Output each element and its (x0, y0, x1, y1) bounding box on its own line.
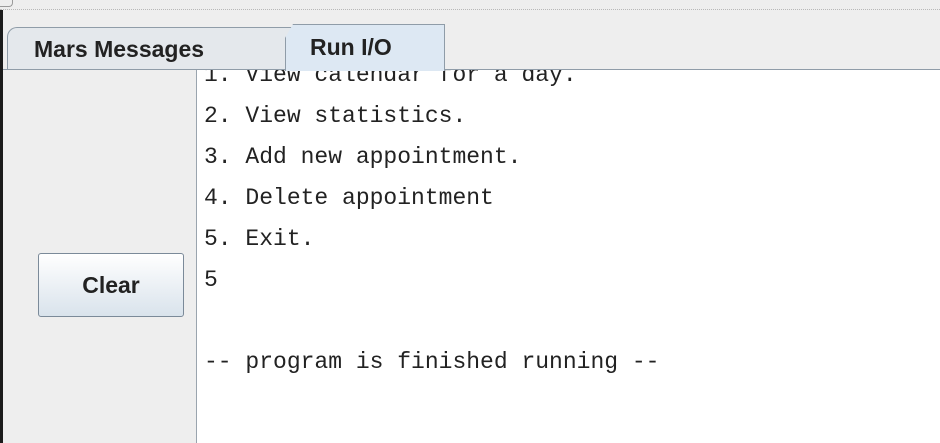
clear-button[interactable]: Clear (38, 253, 184, 317)
console-line: -- program is finished running -- (204, 349, 660, 375)
button-panel: Clear (3, 70, 197, 443)
window-top-edge (0, 0, 940, 10)
run-io-console[interactable]: 1. View calendar for a day. 2. View stat… (200, 70, 940, 443)
tab-bar: Mars Messages Run I/O (3, 10, 940, 71)
tab-run-io-label: Run I/O (310, 34, 392, 60)
mars-io-panel: Mars Messages Run I/O Clear 1. View cale… (0, 0, 940, 443)
console-line: 2. View statistics. (204, 103, 467, 129)
corner-decoration (0, 0, 13, 7)
tab-run-io[interactable]: Run I/O (285, 24, 445, 71)
tab-mars-messages-label: Mars Messages (34, 36, 205, 62)
console-line: 5. Exit. (204, 226, 315, 252)
console-line: 5 (204, 267, 218, 293)
tab-mars-messages[interactable]: Mars Messages (7, 27, 294, 70)
console-line: 4. Delete appointment (204, 185, 494, 211)
console-line: 1. View calendar for a day. (204, 70, 577, 88)
console-line: 3. Add new appointment. (204, 144, 522, 170)
console-output: 1. View calendar for a day. 2. View stat… (204, 70, 659, 383)
messages-pane: Mars Messages Run I/O Clear 1. View cale… (0, 10, 940, 443)
